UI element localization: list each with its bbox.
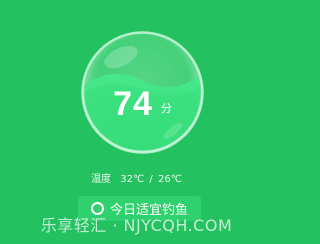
temperature-low: 32℃: [120, 174, 145, 185]
temperature-high: 26℃: [157, 174, 182, 185]
fishing-verdict-badge: 今日适宜钓鱼: [78, 196, 201, 221]
score-display: 74 分: [81, 85, 204, 124]
fishing-index-screen: 74 分 温度 32℃ / 26℃ 今日适宜钓鱼 乐享轻汇 · NJYCQH.CO…: [0, 0, 273, 244]
temperature-separator: /: [149, 174, 153, 185]
temperature-row: 温度 32℃ / 26℃: [0, 170, 273, 185]
score-unit: 分: [160, 102, 172, 115]
temperature-label: 温度: [91, 174, 112, 185]
verdict-text: 今日适宜钓鱼: [109, 203, 188, 218]
ring-icon: [90, 202, 104, 215]
score-value: 74: [113, 85, 153, 123]
score-bubble: 74 分: [81, 31, 204, 154]
